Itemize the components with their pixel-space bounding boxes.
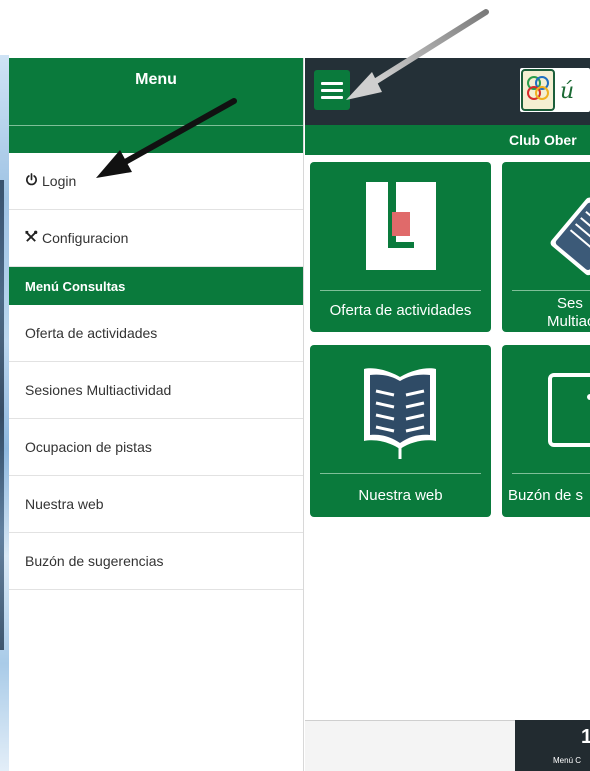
tile-label: Buzón de s <box>508 487 584 504</box>
tile-buzon-sugerencias[interactable]: Buzón de s <box>502 345 590 517</box>
activities-logo-icon <box>310 162 491 290</box>
sidebar-item-label: Ocupacion de pistas <box>25 439 152 455</box>
menu-toggle-button[interactable] <box>314 70 350 110</box>
tools-icon <box>25 230 38 246</box>
svg-text:ú: ú <box>560 79 574 104</box>
sidebar-item-configuracion[interactable]: Configuracion <box>9 210 303 267</box>
tile-divider <box>320 290 481 291</box>
tile-label: Nuestra web <box>358 487 443 504</box>
power-icon <box>25 173 38 189</box>
open-book-icon <box>310 345 491 473</box>
background-strip-dark <box>0 180 4 650</box>
sidebar-item-oferta[interactable]: Oferta de actividades <box>9 305 303 362</box>
section-title: Menú Consultas <box>25 278 126 294</box>
hamburger-icon-line <box>321 95 343 99</box>
top-bar: ú <box>305 58 590 125</box>
tile-oferta-actividades[interactable]: Oferta de actividades <box>310 162 491 332</box>
bottom-menu-label: Menú C <box>553 756 582 765</box>
tile-label: Ses <box>557 295 583 312</box>
bottom-menu-button[interactable]: 1 Menú C <box>515 720 590 771</box>
sidebar-item-label: Nuestra web <box>25 496 104 512</box>
side-menu: Menu Login Configuracion Menú Consultas … <box>9 58 304 771</box>
tile-label: Oferta de actividades <box>329 302 472 319</box>
side-menu-title: Menu <box>135 71 177 88</box>
sidebar-item-login[interactable]: Login <box>9 153 303 210</box>
sidebar-item-label: Configuracion <box>42 230 129 246</box>
club-logo: ú <box>520 68 590 112</box>
sidebar-item-label: Oferta de actividades <box>25 325 158 341</box>
main-panel: ú Club Ober Oferta de actividades Ses Mu… <box>305 58 590 771</box>
mailbox-icon <box>502 345 590 473</box>
club-banner: Club Ober <box>305 125 590 155</box>
tile-sesiones-multiactividad[interactable]: Ses Multiac <box>502 162 590 332</box>
sidebar-item-label: Buzón de sugerencias <box>25 553 164 569</box>
tile-nuestra-web[interactable]: Nuestra web <box>310 345 491 517</box>
screenshot-stage: Menu Login Configuracion Menú Consultas … <box>0 0 590 771</box>
tile-label: Multiac <box>547 313 590 330</box>
side-menu-header: Menu <box>9 58 303 125</box>
sidebar-item-label: Login <box>42 173 77 189</box>
sidebar-item-label: Sesiones Multiactividad <box>25 382 172 398</box>
sidebar-item-sesiones[interactable]: Sesiones Multiactividad <box>9 362 303 419</box>
hamburger-icon-line <box>321 88 343 92</box>
side-menu-separator <box>9 125 303 153</box>
tile-divider <box>320 473 481 474</box>
sidebar-item-sugerencias[interactable]: Buzón de sugerencias <box>9 533 303 590</box>
tile-divider <box>512 473 590 474</box>
bottom-menu-number: 1 <box>581 726 590 748</box>
club-name: Club Ober <box>509 132 577 148</box>
sidebar-item-ocupacion[interactable]: Ocupacion de pistas <box>9 419 303 476</box>
hamburger-icon <box>321 81 343 85</box>
tile-divider <box>512 290 590 291</box>
papers-icon <box>502 162 590 290</box>
sidebar-item-web[interactable]: Nuestra web <box>9 476 303 533</box>
section-header-consultas: Menú Consultas <box>9 267 303 305</box>
